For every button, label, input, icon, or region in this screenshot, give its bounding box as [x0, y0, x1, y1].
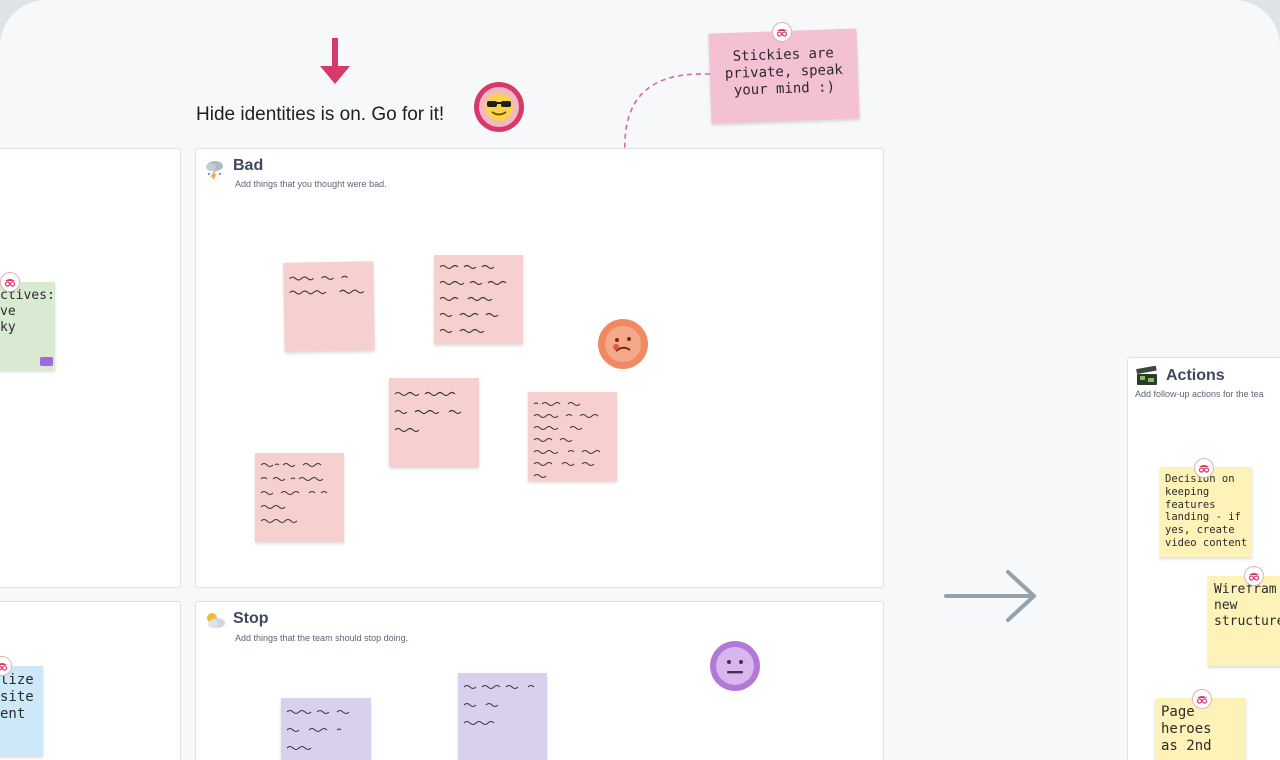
- whiteboard-canvas[interactable]: Hide identities is on. Go for it! Sticki…: [0, 0, 1280, 760]
- hidden-sticky[interactable]: [458, 673, 547, 760]
- arrow-down-icon: [320, 38, 350, 84]
- neutral-emoji-icon[interactable]: [709, 640, 761, 692]
- hidden-sticky[interactable]: [281, 698, 371, 760]
- hidden-sticky[interactable]: [255, 453, 344, 542]
- action-sticky[interactable]: Decision on keeping features landing - i…: [1160, 467, 1252, 557]
- hide-identities-headline: Hide identities is on. Go for it!: [196, 104, 445, 125]
- incognito-icon: [772, 22, 792, 42]
- incognito-icon: [1194, 458, 1214, 478]
- hidden-sticky[interactable]: [283, 261, 375, 352]
- incognito-icon: [1244, 566, 1264, 586]
- left-blue-sticky[interactable]: lize site ent: [0, 666, 43, 756]
- incognito-icon: [0, 272, 20, 292]
- frame-title: Actions: [1166, 367, 1225, 384]
- private-stickies-note[interactable]: Stickies are private, speak your mind :): [708, 28, 860, 124]
- sad-emoji-icon[interactable]: [597, 318, 649, 370]
- arrow-right-icon: [944, 570, 1036, 622]
- frame-subtitle: Add things that you thought were bad.: [235, 179, 387, 189]
- sunglasses-emoji-icon[interactable]: [473, 81, 525, 133]
- hidden-sticky[interactable]: [389, 378, 479, 467]
- left-green-sticky[interactable]: ctives: ve ky: [0, 282, 55, 370]
- frame-subtitle: Add things that the team should stop doi…: [235, 633, 409, 643]
- frame-title: Bad: [233, 157, 264, 174]
- action-sticky[interactable]: Wirefram new structure: [1208, 576, 1280, 666]
- video-icon: [40, 357, 53, 366]
- sun-cloud-icon: [207, 613, 225, 628]
- storm-cloud-icon: [206, 161, 223, 179]
- incognito-icon: [1192, 689, 1212, 709]
- frame-title: Stop: [233, 610, 269, 627]
- frame-subtitle: Add follow-up actions for the tea: [1135, 389, 1264, 399]
- clapperboard-icon: [1136, 366, 1157, 385]
- hidden-sticky[interactable]: [528, 392, 617, 481]
- hidden-sticky[interactable]: [434, 255, 523, 344]
